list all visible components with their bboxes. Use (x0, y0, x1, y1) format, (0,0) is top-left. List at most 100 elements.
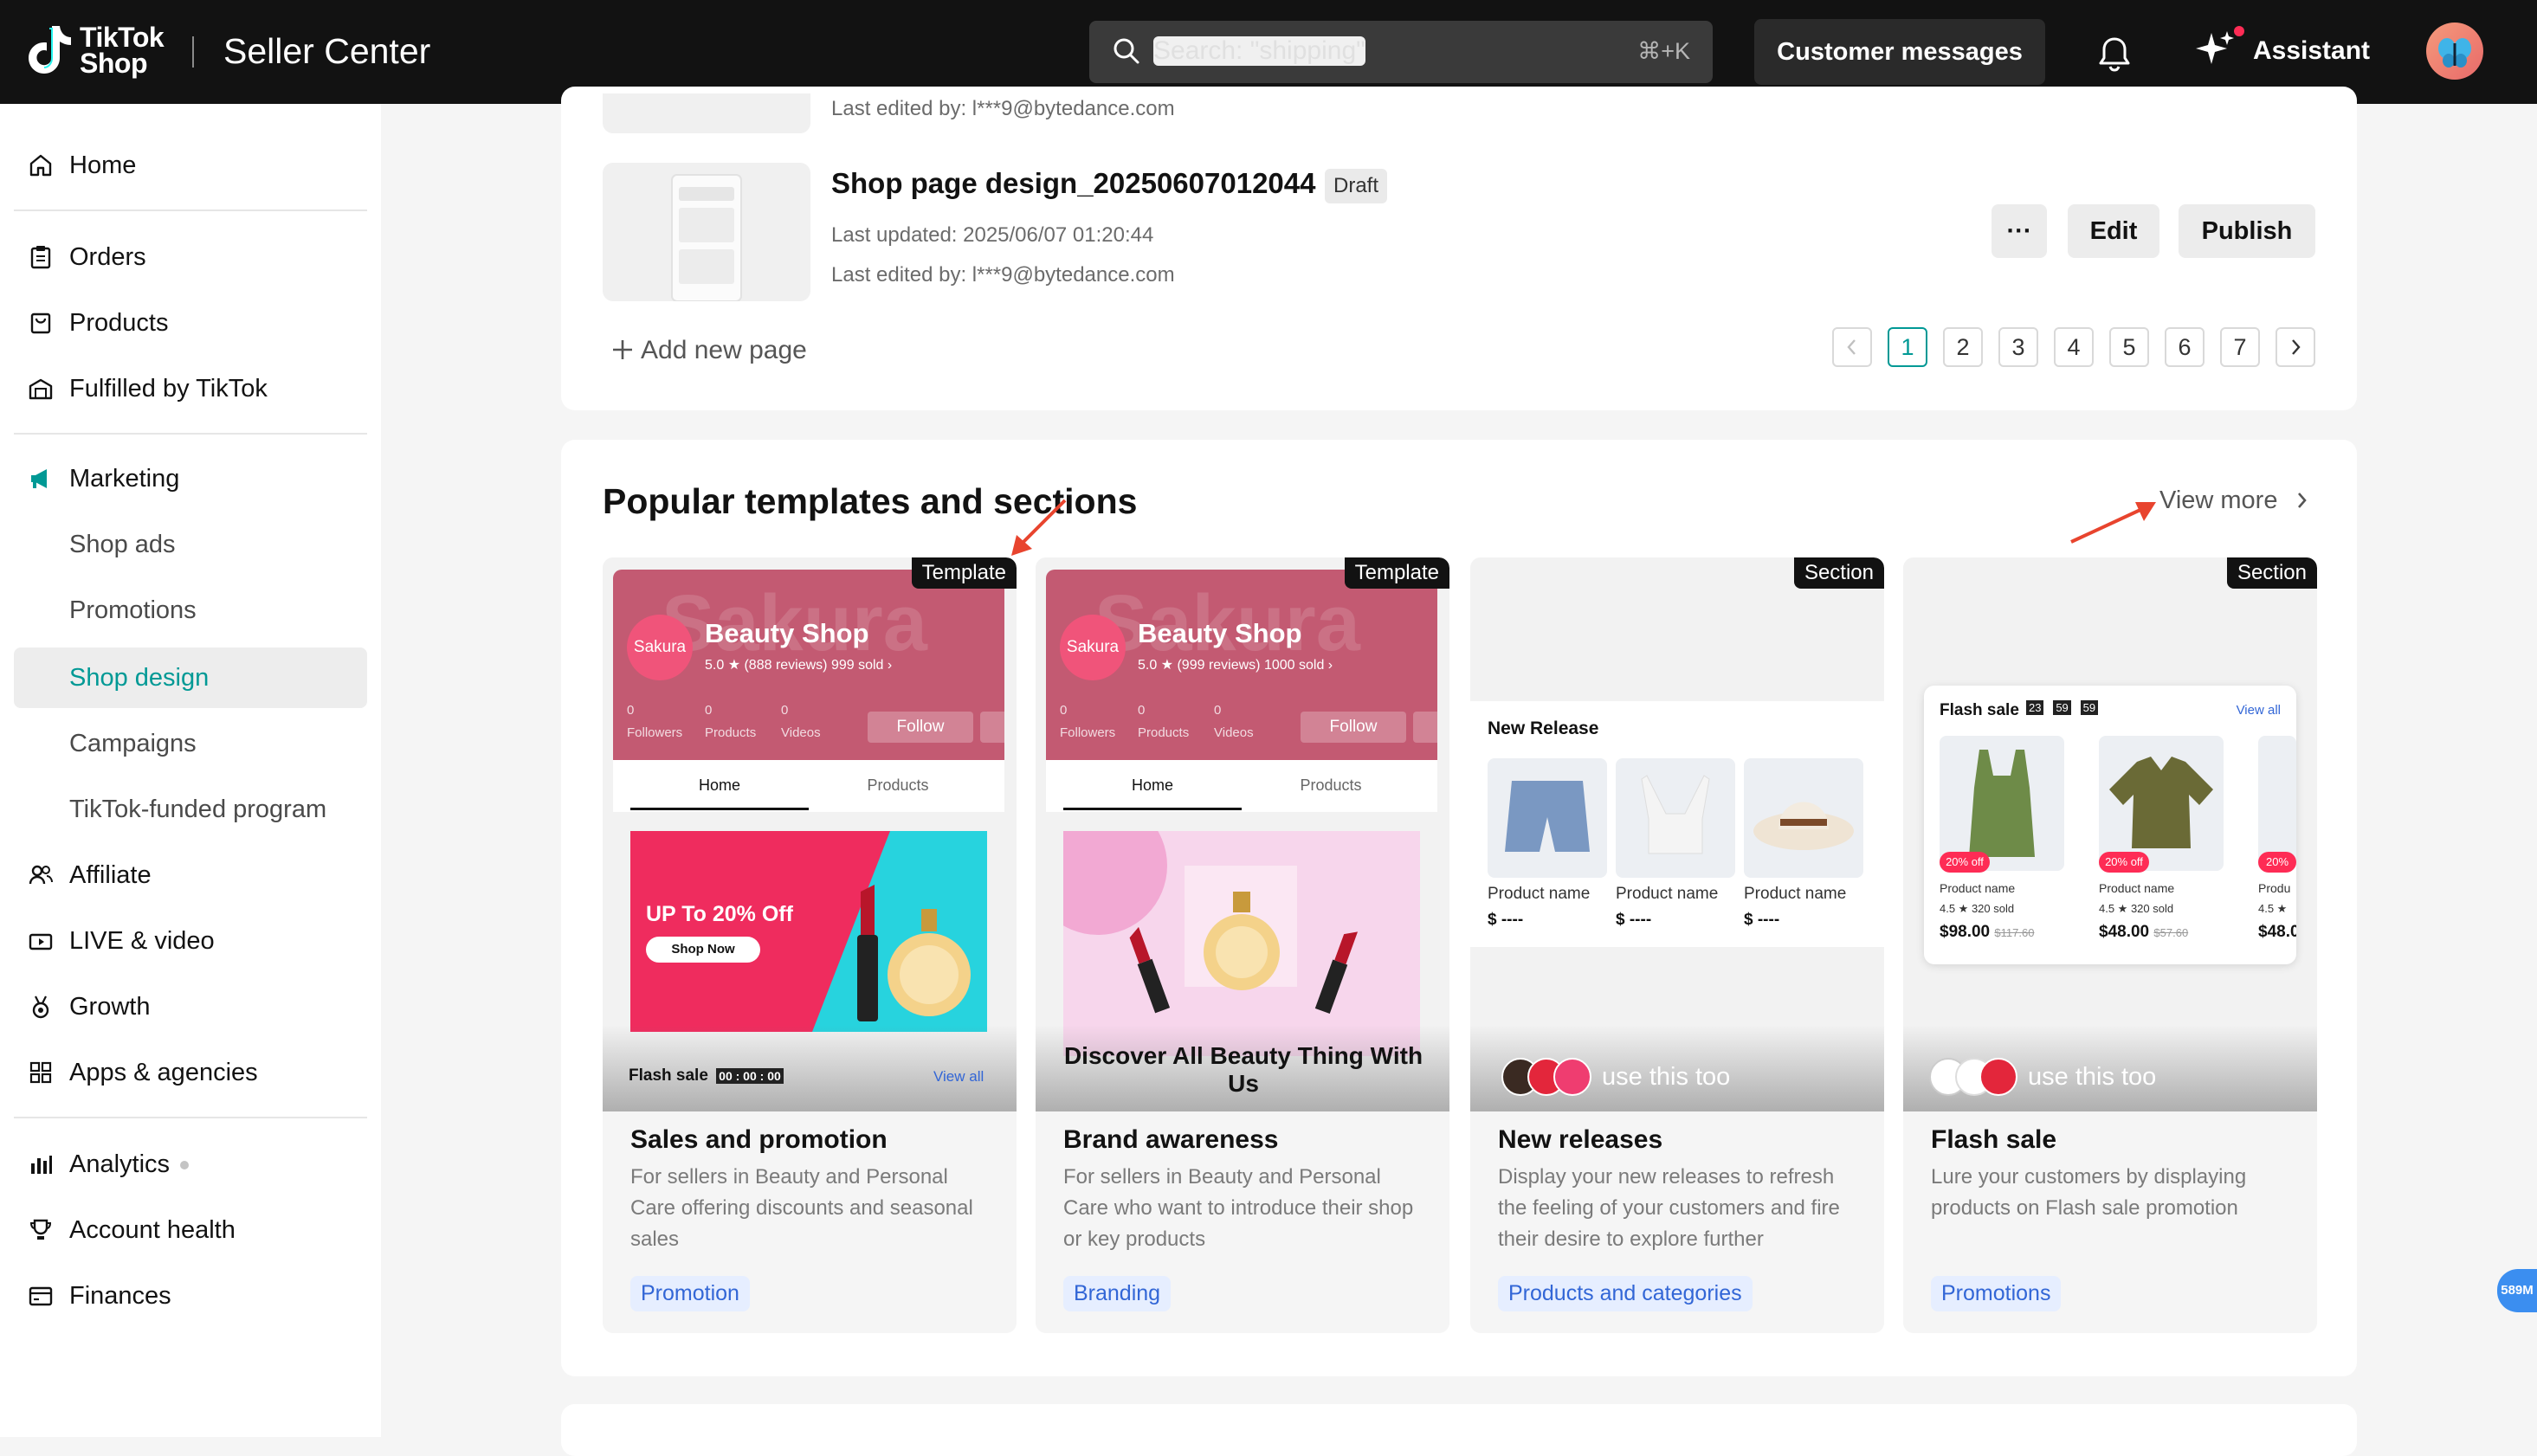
section-card-flash-sale[interactable]: Flash sale 23 : 59 : 59 View all 20% off… (1903, 557, 2317, 1333)
chevron-right-icon (2297, 493, 2307, 508)
floating-badge[interactable]: 589M (2497, 1269, 2537, 1312)
flash-sale-strip: Flash sale 00 : 00 : 00 (629, 1066, 784, 1086)
shop-logo: Sakura (627, 615, 693, 680)
pagination-next[interactable] (2276, 327, 2315, 367)
message-icon (980, 712, 1004, 743)
page-title[interactable]: Shop page design_20250607012044 (831, 167, 1316, 200)
pagination-page[interactable]: 5 (2109, 327, 2149, 367)
use-this-too-label: use this too (1602, 1063, 1731, 1091)
template-card-sales[interactable]: Sakura Sakura Beauty Shop 5.0 ★ (888 rev… (603, 557, 1017, 1333)
sidebar-item-apps[interactable]: Apps & agencies (14, 1042, 367, 1103)
search-shortcut: ⌘+K (1637, 38, 1690, 64)
search-input[interactable]: Search: "shipping" ⌘+K (1089, 21, 1713, 83)
page-thumbnail[interactable] (603, 163, 810, 302)
shop-logo: Sakura (1060, 615, 1126, 680)
edit-button[interactable]: Edit (2068, 204, 2159, 258)
template-tag: Template (1344, 557, 1449, 589)
clipboard-icon (30, 246, 51, 269)
sidebar-item-promotions[interactable]: Promotions (14, 580, 367, 641)
sidebar-item-analytics[interactable]: Analytics (14, 1134, 367, 1195)
tab-products: Products (867, 776, 929, 794)
shop-tabs-preview: Home Products (1046, 760, 1437, 812)
sidebar-item-fulfilled[interactable]: Fulfilled by TikTok (14, 358, 367, 419)
warehouse-icon (29, 378, 53, 400)
sidebar-divider (14, 1117, 367, 1118)
sidebar-item-label: Apps & agencies (69, 1059, 258, 1086)
stat-value: 0 (1060, 703, 1068, 718)
annotation-arrow-icon (1011, 499, 1067, 556)
sidebar-item-label: Orders (69, 243, 146, 271)
shorts-icon (1505, 781, 1590, 852)
new-release-module: New Release Product name Product name Pr… (1470, 701, 1884, 947)
product-image-blouse (2099, 736, 2224, 871)
sidebar-item-label: Home (69, 151, 137, 179)
stat-followers: 0 Followers (627, 699, 682, 744)
sidebar-item-campaigns[interactable]: Campaigns (14, 713, 367, 774)
pagination-page[interactable]: 2 (1943, 327, 1983, 367)
section-preview: Flash sale 23 : 59 : 59 View all 20% off… (1903, 557, 2317, 1111)
sidebar-item-shop-ads[interactable]: Shop ads (14, 514, 367, 575)
sidebar-item-account-health[interactable]: Account health (14, 1200, 367, 1260)
pagination-page[interactable]: 4 (2054, 327, 2094, 367)
pagination-page[interactable]: 1 (1888, 327, 1927, 367)
shop-rating: 5.0 ★ (999 reviews) 1000 sold › (1138, 658, 1333, 673)
pagination-page[interactable]: 7 (2220, 327, 2260, 367)
shop-tabs-preview: Home Products (613, 760, 1004, 812)
analytics-label: Analytics (69, 1150, 171, 1178)
customer-messages-button[interactable]: Customer messages (1754, 19, 2045, 85)
discount-badge: 20% off (2099, 852, 2149, 873)
sidebar-item-label: Shop ads (69, 531, 176, 558)
add-new-page-button[interactable]: Add new page (611, 336, 807, 365)
sidebar-item-finances[interactable]: Finances (14, 1266, 367, 1326)
sidebar-item-label: Affiliate (69, 861, 152, 889)
assistant-button[interactable]: Assistant (2253, 36, 2370, 66)
megaphone-icon (31, 469, 47, 488)
stat-value: 0 (781, 703, 789, 718)
sidebar-item-home[interactable]: Home (14, 135, 367, 196)
sidebar-item-label: Analytics (69, 1150, 190, 1179)
sparkle-icon[interactable] (2194, 26, 2237, 69)
sidebar-divider (14, 433, 367, 435)
stat-videos: 0 Videos (781, 699, 821, 744)
pagination-page[interactable]: 3 (1998, 327, 2038, 367)
card-title: New releases (1498, 1125, 1663, 1154)
product-price: $48.00 $57.60 (2099, 923, 2188, 942)
section-tag: Section (2226, 557, 2317, 589)
template-preview: Sakura Sakura Beauty Shop 5.0 ★ (888 rev… (603, 557, 1017, 1111)
brand-banner (1063, 831, 1420, 1056)
view-more-link[interactable]: View more (2159, 486, 2309, 515)
sidebar-item-products[interactable]: Products (14, 293, 367, 353)
sidebar-item-marketing[interactable]: Marketing (14, 448, 367, 509)
tiktok-logo-icon[interactable] (26, 23, 73, 78)
card-title: Brand awareness (1063, 1125, 1279, 1154)
stat-label: Followers (627, 725, 683, 740)
avatar[interactable] (2426, 23, 2483, 80)
sidebar-item-shop-design[interactable]: Shop design (14, 647, 367, 708)
pagination-page[interactable]: 6 (2165, 327, 2205, 367)
publish-button[interactable]: Publish (2179, 204, 2315, 258)
page-thumbnail-previous[interactable] (603, 93, 810, 133)
product-image-hat (1744, 758, 1863, 878)
card-description: Display your new releases to refresh the… (1498, 1165, 1840, 1251)
category-chip: Promotion (630, 1276, 750, 1311)
sidebar-item-live-video[interactable]: LIVE & video (14, 911, 367, 971)
follow-button-preview: Follow (1301, 712, 1406, 743)
sidebar-item-affiliate[interactable]: Affiliate (14, 845, 367, 905)
product-image-shorts (1488, 758, 1607, 878)
section-card-new-releases[interactable]: New Release Product name Product name Pr… (1470, 557, 1884, 1333)
page-preview-icon (671, 174, 742, 302)
product-name: Product name (1744, 885, 1847, 903)
pagination-prev[interactable] (1832, 327, 1872, 367)
sidebar-item-orders[interactable]: Orders (14, 227, 367, 287)
sidebar-item-growth[interactable]: Growth (14, 976, 367, 1037)
sidebar-item-tiktok-funded[interactable]: TikTok-funded program (14, 779, 367, 840)
banner-headline: UP To 20% Off (646, 902, 793, 926)
countdown-timer: 23 : 59 : 59 (2026, 700, 2099, 715)
template-card-brand[interactable]: Sakura Sakura Beauty Shop 5.0 ★ (999 rev… (1036, 557, 1449, 1333)
timer-hours: 23 (2026, 700, 2044, 715)
more-button[interactable]: ··· (1992, 204, 2047, 258)
stat-label: Products (1138, 725, 1190, 740)
card-title: Sales and promotion (630, 1125, 888, 1154)
bell-icon[interactable] (2095, 35, 2134, 73)
butterfly-icon (2438, 38, 2471, 68)
